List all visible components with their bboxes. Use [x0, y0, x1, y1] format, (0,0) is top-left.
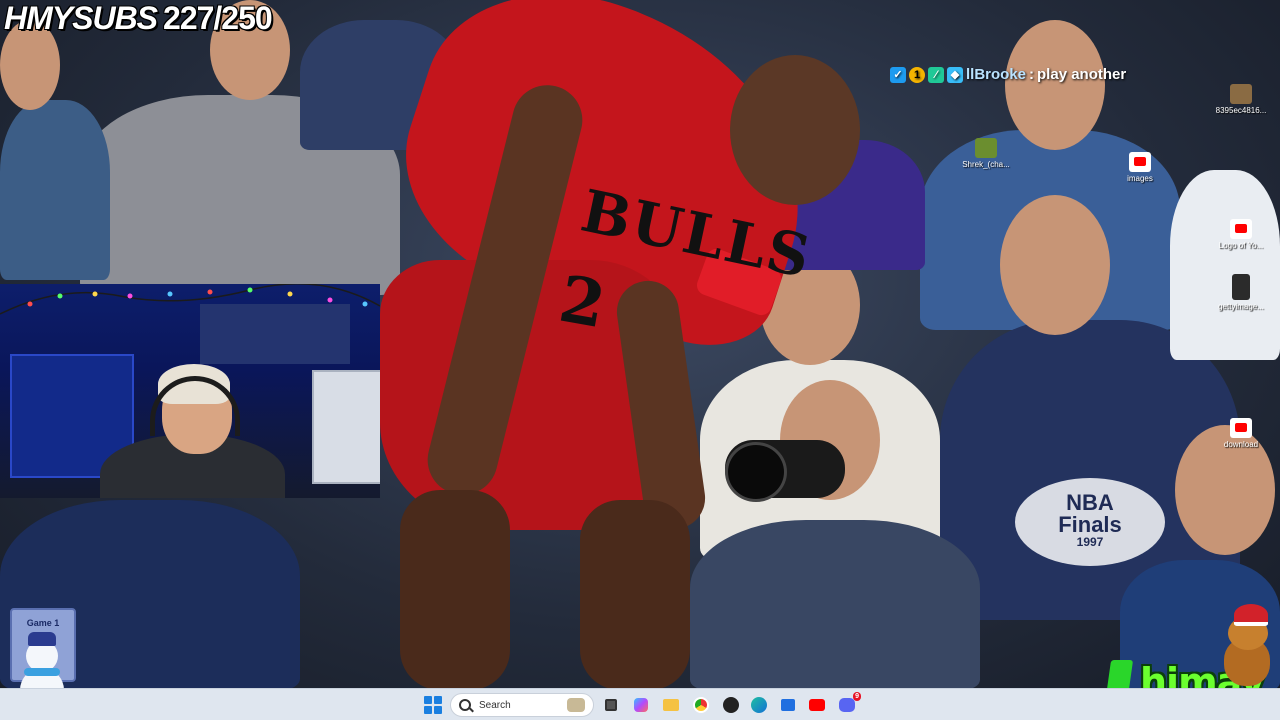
chat-separator: : — [1029, 66, 1035, 83]
santa-bear-icon — [1218, 604, 1278, 688]
image-file-icon — [1230, 84, 1252, 104]
file-explorer-button[interactable] — [660, 694, 682, 716]
chrome-icon — [693, 697, 709, 713]
nba-finals-badge: NBA Finals 1997 — [1015, 478, 1165, 566]
desktop-icon-8395ec4816[interactable]: 8395ec4816... — [1213, 84, 1269, 115]
desktop-icon-label: gettyimage... — [1218, 302, 1264, 311]
folder-icon — [663, 699, 679, 711]
obs-icon — [723, 697, 739, 713]
search-icon — [459, 699, 471, 711]
discord-notification-badge: 9 — [853, 692, 861, 701]
windows-taskbar: Search 9 — [0, 688, 1280, 720]
store-icon — [781, 699, 795, 711]
store-button[interactable] — [777, 694, 799, 716]
pc-case — [312, 370, 380, 484]
youtube-button[interactable] — [806, 694, 828, 716]
desktop-icon-label: 8395ec4816... — [1215, 106, 1267, 115]
sword-badge-icon: ⁄ — [928, 66, 944, 83]
youtube-icon — [1230, 219, 1252, 239]
taskbar-search[interactable]: Search — [450, 693, 594, 717]
webcam-feed — [0, 284, 380, 498]
desktop-icon-label: images — [1127, 174, 1153, 183]
badge-line-2: Finals — [1058, 512, 1122, 537]
task-view-button[interactable] — [600, 694, 622, 716]
gem-badge-icon: ◆ — [947, 66, 963, 83]
desktop-icon-label: Shrek_(cha... — [962, 160, 1010, 169]
desktop-icon-logo-of-youtube[interactable]: Logo of Yo... — [1213, 219, 1269, 250]
edge-button[interactable] — [748, 694, 770, 716]
stream-screen: BULLS 2 NBA Finals 1997 HMYSUBS 227/250 ✓… — [0, 0, 1280, 720]
start-button[interactable] — [424, 696, 442, 714]
desktop-icon-label: download — [1223, 440, 1259, 449]
desktop-icon-label: Logo of Yo... — [1218, 241, 1264, 250]
badge-line-3: 1997 — [1076, 535, 1104, 549]
game-card-label: Game 1 — [26, 618, 60, 628]
desktop-icon-gettyimages[interactable]: gettyimage... — [1213, 274, 1269, 311]
sub-goal-label: HMYSUBS — [4, 0, 158, 36]
crowd-head — [1005, 20, 1105, 150]
crowd-person — [1170, 170, 1280, 360]
copilot-icon — [634, 698, 648, 712]
player-leg — [580, 500, 690, 688]
discord-icon — [839, 698, 855, 712]
desktop-icon-shrek[interactable]: Shrek_(cha... — [958, 138, 1014, 169]
image-file-icon — [1232, 274, 1250, 300]
player: BULLS 2 — [340, 0, 880, 688]
player-leg — [400, 490, 510, 688]
camera-lens — [725, 442, 787, 502]
desktop-icon-images[interactable]: images — [1112, 152, 1168, 183]
youtube-icon — [1230, 418, 1252, 438]
chrome-button[interactable] — [690, 694, 712, 716]
search-highlight-icon — [567, 698, 585, 712]
search-placeholder: Search — [479, 699, 511, 711]
crowd-head — [1000, 195, 1110, 335]
coin-badge-icon: 1 — [909, 66, 925, 83]
youtube-icon — [1129, 152, 1151, 172]
chat-username: llBrooke — [966, 66, 1027, 83]
discord-button[interactable]: 9 — [836, 692, 861, 716]
youtube-icon — [809, 699, 825, 711]
chat-message: ✓ 1 ⁄ ◆ llBrooke: play another — [890, 66, 1126, 83]
desktop-icon-download[interactable]: download — [1213, 418, 1269, 449]
crowd-person — [0, 100, 110, 280]
sub-goal-counter: HMYSUBS 227/250 — [4, 0, 273, 37]
wall-posters — [200, 304, 350, 364]
player-head — [730, 55, 860, 205]
sub-goal-count: 227/250 — [163, 0, 273, 36]
twitter-badge-icon: ✓ — [890, 66, 906, 83]
shrek-icon — [975, 138, 997, 158]
task-view-icon — [605, 699, 617, 711]
copilot-button[interactable] — [630, 694, 652, 716]
badge-line-1: NBA — [1066, 490, 1114, 515]
obs-button[interactable] — [720, 694, 742, 716]
chat-text: play another — [1037, 66, 1127, 83]
edge-icon — [751, 697, 767, 713]
